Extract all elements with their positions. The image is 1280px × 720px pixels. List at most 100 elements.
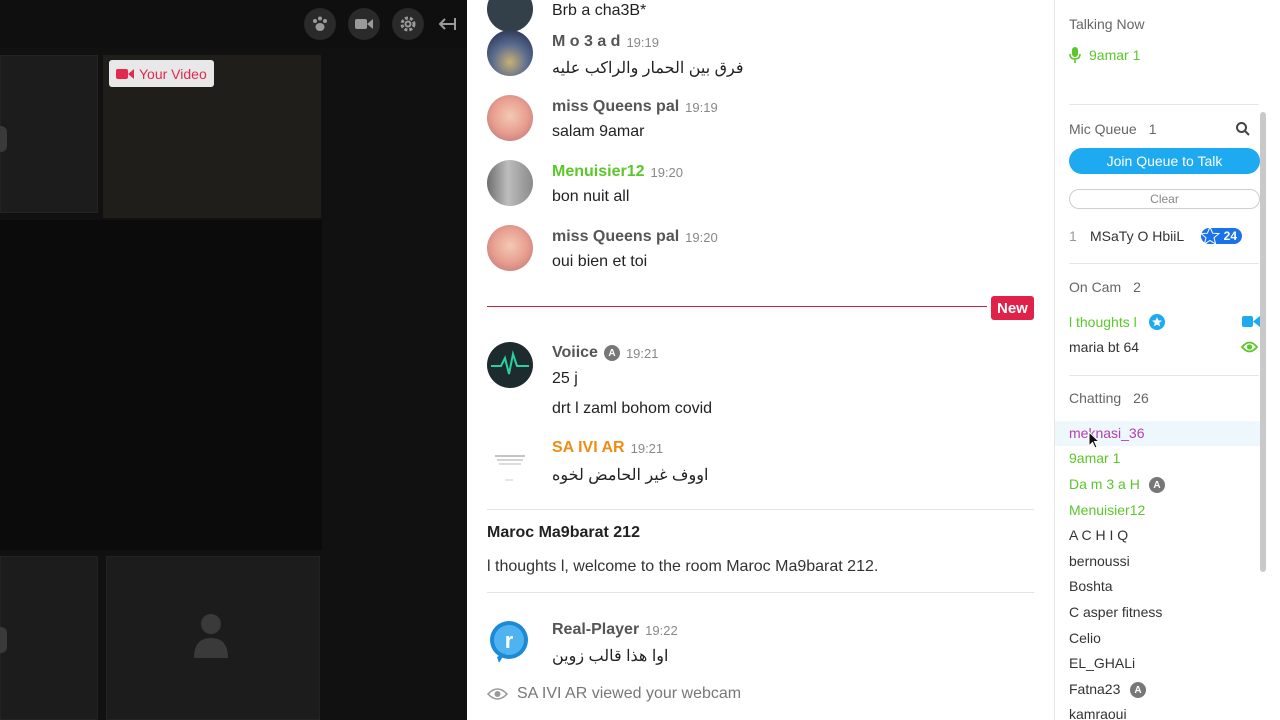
collapse-arrow-icon[interactable] [433,8,461,40]
eye-icon [1241,341,1258,353]
video-tile[interactable] [0,556,98,720]
user-avatar[interactable]: r [487,619,533,665]
user-avatar[interactable] [487,95,533,141]
message-time: 19:21 [630,440,664,456]
message-time: 19:20 [650,164,684,180]
message-time: 19:22 [645,622,678,638]
microphone-icon [1069,47,1081,63]
scribble-image-icon [495,455,525,481]
message-username[interactable]: miss Queens pal [552,228,679,246]
admin-badge: A [1130,682,1146,698]
message-text: salam 9amar [552,123,645,140]
your-video-text: Your Video [139,65,207,82]
on-cam-label: On Cam [1069,279,1122,295]
user-avatar[interactable] [487,225,533,271]
video-tile-large[interactable] [0,220,322,550]
admin-badge: A [603,345,620,361]
message-username[interactable]: miss Queens pal [552,98,679,116]
chatting-user[interactable]: A C H I Q [1069,527,1128,543]
user-avatar[interactable] [487,438,533,484]
webcam-view-notice: SA IVI AR viewed your webcam [487,685,741,703]
person-silhouette-icon [0,627,7,653]
message-username[interactable]: Voiice [552,344,598,362]
star-badge: 24 [1200,226,1242,246]
camera-icon [1242,316,1260,327]
join-queue-button[interactable]: Join Queue to Talk [1069,148,1260,174]
chatting-count: 26 [1133,390,1149,406]
chatting-user[interactable]: Fatna23 [1069,681,1120,697]
message-text: اوا هذا قالب زوين [552,648,669,665]
heartbeat-icon [491,350,529,375]
clear-queue-button[interactable]: Clear [1069,189,1260,209]
chatting-user[interactable]: Boshta [1069,578,1113,594]
talking-now-name: 9amar 1 [1089,47,1141,63]
admin-badge: A [1149,477,1165,493]
user-avatar[interactable] [487,30,533,76]
chatting-user[interactable]: EL_GHALi [1069,655,1135,671]
chatting-user[interactable]: C asper fitness [1069,604,1162,620]
on-cam-user[interactable]: maria bt 64 [1069,339,1139,355]
camera-icon[interactable] [348,8,380,40]
verified-star-icon [1149,314,1165,330]
chatting-user[interactable]: bernoussi [1069,553,1130,569]
talking-now-heading: Talking Now [1069,16,1145,32]
video-area: Your Video [0,0,467,720]
section-divider [1069,104,1259,105]
message-time: 19:20 [685,229,718,245]
chatting-user[interactable]: Menuisier12 [1069,502,1145,518]
mic-queue-heading: Mic Queue 1 [1069,121,1157,137]
message-text: فرق بين الحمار والراكب عليه [552,60,744,77]
your-video-label: Your Video [109,60,214,87]
chatting-user[interactable]: 9amar 1 [1069,450,1120,466]
paw-icon[interactable] [304,8,336,40]
message-text: اووف غير الحامض لخوه [552,467,709,484]
chat-panel: Brb a cha3B* M o 3 a d 19:19 فرق بين الح… [467,0,1054,720]
new-messages-badge: New [991,296,1034,320]
section-divider [1069,263,1259,264]
new-messages-divider [487,306,987,307]
message-time: 19:21 [625,345,659,361]
divider-line [487,509,1034,510]
user-list-sidebar: Talking Now 9amar 1 Mic Queue 1 Join Que… [1054,0,1280,720]
message-text: drt l zaml bohom covid [552,400,713,417]
message-text: bon nuit all [552,188,630,205]
star-icon [1200,226,1220,246]
message-username[interactable]: M o 3 a d [552,33,620,51]
message-time: 19:19 [626,34,659,50]
video-camera-icon [116,68,134,79]
mouse-cursor-icon [1088,431,1100,449]
settings-gear-icon[interactable] [392,8,424,40]
app-window: Your Video Brb a cha3B* M o 3 a d 19:19 … [0,0,1280,720]
user-avatar[interactable] [487,342,533,388]
user-avatar[interactable] [487,0,533,32]
section-divider [1069,375,1259,376]
search-icon[interactable] [1236,122,1250,136]
chatting-user[interactable]: meknasi_36 [1069,425,1145,441]
on-cam-user[interactable]: l thoughts l [1069,314,1137,330]
message-username[interactable]: SA IVI AR [552,439,625,457]
chatting-label: Chatting [1069,390,1122,406]
message-text: Brb a cha3B* [552,2,647,19]
welcome-message: l thoughts l, welcome to the room Maroc … [487,558,879,575]
talking-now-user[interactable]: 9amar 1 [1069,47,1140,63]
webcam-view-text: SA IVI AR viewed your webcam [517,685,742,702]
chatting-user[interactable]: kamraoui [1069,706,1127,720]
person-silhouette-icon [0,126,7,152]
video-tile[interactable] [0,55,98,213]
message-text: oui bien et toi [552,253,648,270]
chatting-user[interactable]: Celio [1069,630,1101,646]
message-username[interactable]: Real-Player [552,621,639,639]
message-time: 19:19 [685,99,718,115]
realplayer-logo-icon: r [490,621,528,663]
mic-queue-label: Mic Queue [1069,121,1137,137]
message-username[interactable]: Menuisier12 [552,163,644,181]
svg-text:r: r [505,628,514,653]
queue-user-name[interactable]: MSaTy O HbiiL [1090,228,1184,244]
divider-line [487,592,1034,593]
on-cam-heading: On Cam 2 [1069,279,1141,295]
chatting-user[interactable]: Da m 3 a H [1069,476,1140,492]
chatting-heading: Chatting 26 [1069,390,1149,406]
mic-queue-count: 1 [1148,121,1157,137]
scrollbar[interactable] [1260,112,1266,572]
user-avatar[interactable] [487,160,533,206]
